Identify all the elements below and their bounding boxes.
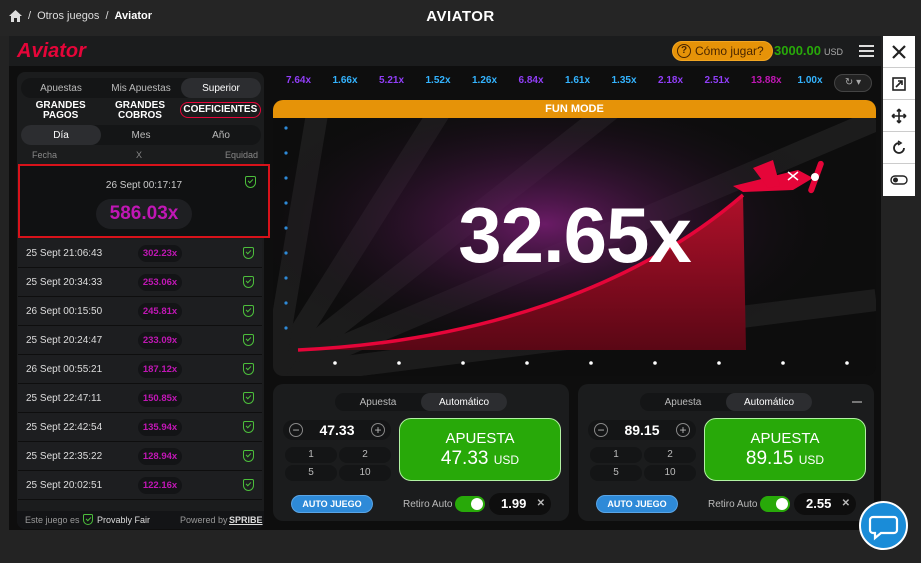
- bet-amount-stepper: − 47.33 +: [283, 420, 391, 440]
- auto-cashout-input[interactable]: 1.99 ✕: [489, 493, 551, 515]
- bet-button-currency: USD: [798, 453, 825, 467]
- bet-button-amount: 47.33: [440, 448, 489, 469]
- remove-panel-icon[interactable]: [852, 401, 862, 403]
- chat-button[interactable]: [859, 501, 908, 550]
- bet-panel-2: Apuesta Automático − 89.15 + 1 2 5 10 AP…: [578, 384, 874, 521]
- quick-amount-1[interactable]: 1: [285, 447, 337, 463]
- history-multiplier[interactable]: 1.26x: [472, 75, 497, 86]
- quick-amount-10[interactable]: 10: [339, 465, 391, 481]
- fun-mode-banner: FUN MODE: [273, 100, 876, 118]
- history-multiplier[interactable]: 1.35x: [612, 75, 637, 86]
- history-multiplier[interactable]: 5.21x: [379, 75, 404, 86]
- bet-amount-value[interactable]: 47.33: [313, 422, 361, 438]
- bet-panel-1: Apuesta Automático − 47.33 + 1 2 5 10 AP…: [273, 384, 569, 521]
- clear-icon[interactable]: ✕: [842, 493, 850, 515]
- auto-play-button[interactable]: AUTO JUEGO: [596, 495, 678, 513]
- bet-button-label: APUESTA: [445, 430, 515, 447]
- bet-amount-stepper: − 89.15 +: [588, 420, 696, 440]
- clear-icon[interactable]: ✕: [537, 493, 545, 515]
- auto-cashout-toggle[interactable]: [760, 496, 790, 512]
- auto-cashout-label: Retiro Auto: [403, 499, 453, 510]
- bet-button-amount: 89.15: [745, 448, 794, 469]
- history-multiplier[interactable]: 6.84x: [519, 75, 544, 86]
- auto-cashout-value: 2.55: [806, 496, 832, 511]
- history-multiplier[interactable]: 1.52x: [426, 75, 451, 86]
- quick-amount-2[interactable]: 2: [644, 447, 696, 463]
- minus-icon[interactable]: −: [289, 423, 303, 437]
- place-bet-button[interactable]: APUESTA 47.33 USD: [399, 418, 561, 481]
- history-multiplier[interactable]: 7.64x: [286, 75, 311, 86]
- bet-amount-value[interactable]: 89.15: [618, 422, 666, 438]
- tab-automatico[interactable]: Automático: [726, 393, 812, 411]
- chat-bubble-icon: [868, 515, 899, 541]
- bet-mode-tabs: Apuesta Automático: [640, 393, 812, 411]
- auto-cashout-input[interactable]: 2.55 ✕: [794, 493, 856, 515]
- history-multiplier[interactable]: 1.66x: [333, 75, 358, 86]
- bet-mode-tabs: Apuesta Automático: [335, 393, 507, 411]
- quick-amount-2[interactable]: 2: [339, 447, 391, 463]
- history-multiplier[interactable]: 1.00x: [798, 75, 823, 86]
- current-multiplier: 32.65x: [458, 191, 692, 279]
- minus-icon[interactable]: −: [594, 423, 608, 437]
- game-stage: FUN MODE 32.65x: [273, 100, 876, 376]
- history-multiplier[interactable]: 13.88x: [751, 75, 782, 86]
- auto-cashout-toggle[interactable]: [455, 496, 485, 512]
- auto-cashout-label: Retiro Auto: [708, 499, 758, 510]
- auto-play-button[interactable]: AUTO JUEGO: [291, 495, 373, 513]
- plus-icon[interactable]: +: [371, 423, 385, 437]
- tab-apuesta[interactable]: Apuesta: [335, 393, 421, 411]
- bet-button-currency: USD: [493, 453, 520, 467]
- plus-icon[interactable]: +: [676, 423, 690, 437]
- tab-automatico[interactable]: Automático: [421, 393, 507, 411]
- history-multiplier[interactable]: 1.61x: [565, 75, 590, 86]
- place-bet-button[interactable]: APUESTA 89.15 USD: [704, 418, 866, 481]
- quick-amount-10[interactable]: 10: [644, 465, 696, 481]
- history-toggle-button[interactable]: ↻ ▾: [834, 74, 872, 92]
- auto-cashout-value: 1.99: [501, 496, 527, 511]
- quick-amount-5[interactable]: 5: [285, 465, 337, 481]
- quick-amount-5[interactable]: 5: [590, 465, 642, 481]
- history-multiplier[interactable]: 2.51x: [705, 75, 730, 86]
- multiplier-history: 7.64x 1.66x 5.21x 1.52x 1.26x 6.84x 1.61x 1.35x…: [275, 75, 835, 91]
- quick-amount-1[interactable]: 1: [590, 447, 642, 463]
- tab-apuesta[interactable]: Apuesta: [640, 393, 726, 411]
- history-multiplier[interactable]: 2.18x: [658, 75, 683, 86]
- bet-button-label: APUESTA: [750, 430, 820, 447]
